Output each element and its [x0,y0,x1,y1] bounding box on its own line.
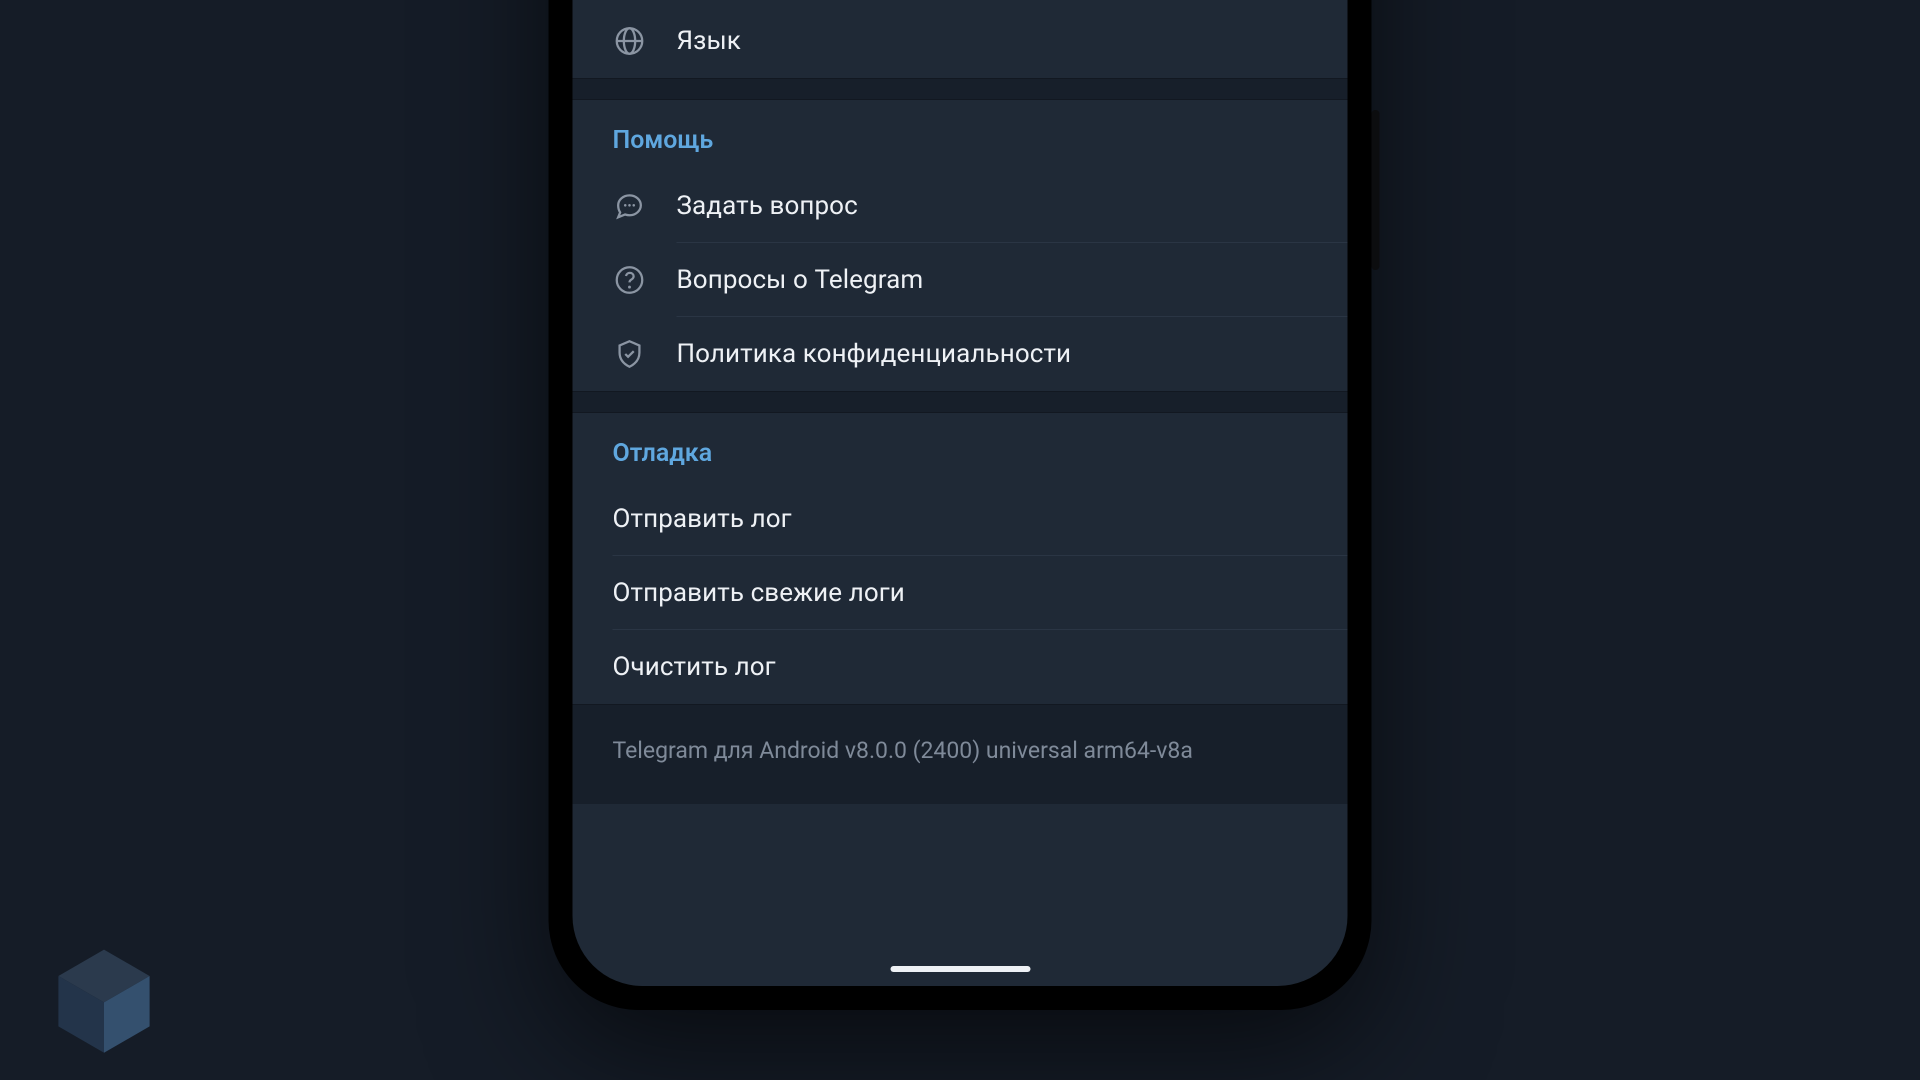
row-language[interactable]: Язык [573,4,1348,78]
watermark-cube-icon [44,940,164,1060]
row-privacy-policy[interactable]: Политика конфиденциальности [573,317,1348,391]
section-gap [573,391,1348,413]
section-gap [573,78,1348,100]
row-faq[interactable]: Вопросы о Telegram [573,243,1348,317]
section-debug-title: Отладка [573,413,1348,482]
chat-bubble-icon [613,189,647,223]
android-gesture-bar [890,966,1030,972]
section-debug: Отладка Отправить лог Отправить свежие л… [573,413,1348,704]
section-help-title: Помощь [573,100,1348,169]
question-circle-icon [613,263,647,297]
section-help: Помощь Задать вопрос [573,100,1348,391]
settings-list: Язык Помощь Задать вопрос [573,0,1348,986]
phone-frame: Язык Помощь Задать вопрос [549,0,1372,1010]
row-send-fresh-logs-label: Отправить свежие логи [613,578,905,608]
phone-screen: Язык Помощь Задать вопрос [573,0,1348,986]
row-send-fresh-logs[interactable]: Отправить свежие логи [573,556,1348,630]
section-general-tail: Язык [573,4,1348,78]
row-faq-label: Вопросы о Telegram [677,265,924,295]
row-ask-question[interactable]: Задать вопрос [573,169,1348,243]
globe-icon [613,24,647,58]
shield-check-icon [613,337,647,371]
row-privacy-policy-label: Политика конфиденциальности [677,339,1072,369]
row-clear-log-label: Очистить лог [613,652,776,682]
row-language-label: Язык [677,26,741,56]
row-clear-log[interactable]: Очистить лог [573,630,1348,704]
row-ask-question-label: Задать вопрос [677,191,858,221]
row-send-log[interactable]: Отправить лог [573,482,1348,556]
app-version-footer: Telegram для Android v8.0.0 (2400) unive… [573,704,1348,804]
row-send-log-label: Отправить лог [613,504,792,534]
